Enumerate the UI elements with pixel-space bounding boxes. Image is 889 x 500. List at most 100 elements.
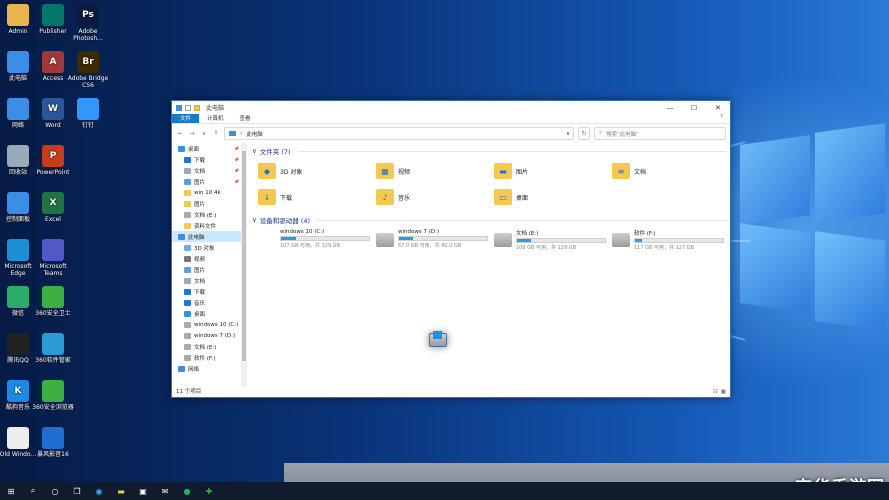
folder-item[interactable]: ▭ 桌面 <box>494 186 612 208</box>
nav-scrollbar[interactable] <box>241 143 247 387</box>
nav-item[interactable]: 文档 (E:) <box>172 209 241 220</box>
forward-arrow-icon[interactable]: → <box>188 131 196 137</box>
nav-item[interactable]: 视频 <box>172 253 241 264</box>
nav-item[interactable]: 资料文件 <box>172 220 241 231</box>
folders-group-header[interactable]: ∨ 文件夹 (7) <box>252 145 727 157</box>
app-icon <box>42 4 64 26</box>
folder-item[interactable]: ◆ 3D 对象 <box>258 160 376 182</box>
nav-item-label: 桌面 <box>194 311 206 318</box>
nav-item[interactable]: 桌面 📌 <box>172 143 241 154</box>
drive-item[interactable]: 文档 (E:) 108 GB 可用，共 129 GB <box>494 229 612 257</box>
nav-item[interactable]: win 10 4k <box>172 187 241 198</box>
navigation-pane[interactable]: 桌面 📌 下载 📌 文档 📌 图片 📌 win 10 4k 图片 文档 (E:) 资料文件 此电脑 3D … <box>172 143 242 387</box>
minimize-button[interactable]: — <box>658 104 682 112</box>
tab-computer[interactable]: 计算机 <box>199 114 232 123</box>
back-arrow-icon[interactable]: ← <box>176 131 184 137</box>
folder-icon <box>184 156 191 163</box>
drives-group-header[interactable]: ∨ 设备和驱动器 (4) <box>252 214 727 226</box>
nav-item[interactable]: 下载 📌 <box>172 154 241 165</box>
nav-item[interactable]: 3D 对象 <box>172 242 241 253</box>
nav-item[interactable]: 此电脑 <box>172 231 241 242</box>
recent-chevron-icon[interactable]: ∨ <box>200 131 208 137</box>
desktop-icon[interactable]: Microsoft Teams <box>31 239 75 277</box>
store-taskbar-icon[interactable]: ▣ <box>132 482 154 500</box>
desktop-icon[interactable]: P PowerPoint <box>31 145 75 176</box>
drive-item[interactable]: 软件 (F:) 117 GB 可用，共 127 GB <box>612 229 730 257</box>
nav-item[interactable]: windows 10 (C:) <box>172 319 241 330</box>
title-bar[interactable]: 此电脑 — ☐ ✕ <box>172 101 730 114</box>
task-view-icon[interactable]: ❐ <box>66 482 88 500</box>
scrollbar-thumb[interactable] <box>242 151 246 361</box>
search-icon[interactable]: ⌕ <box>22 482 44 500</box>
mail-taskbar-icon[interactable]: ✉ <box>154 482 176 500</box>
file-explorer-taskbar-icon[interactable]: ▬ <box>110 482 132 500</box>
desktop-icon[interactable]: 360软件管家 <box>31 333 75 364</box>
drive-label: windows 7 (D:) <box>398 229 440 235</box>
wallpaper-pane <box>815 231 885 331</box>
nav-item[interactable]: 文档 <box>172 275 241 286</box>
nav-item-label: 网络 <box>188 366 200 373</box>
nav-item[interactable]: 软件 (F:) <box>172 352 241 363</box>
help-icon[interactable]: ? <box>720 114 730 123</box>
tiles-view-icon[interactable]: ▦ <box>721 389 726 395</box>
drive-item[interactable]: windows 7 (D:) 67.0 GB 可用，共 80.0 GB <box>376 229 494 257</box>
address-bar[interactable]: › 此电脑 ∨ <box>224 127 574 140</box>
folder-item[interactable]: ▬ 图片 <box>494 160 612 182</box>
tab-view[interactable]: 查看 <box>232 114 259 123</box>
search-box[interactable]: ⌕ 搜索"此电脑" <box>594 127 726 140</box>
folder-item[interactable]: ≡ 文档 <box>612 160 730 182</box>
desktop-icon[interactable]: Ps Adobe Photosh... <box>66 4 110 42</box>
drive-label: 软件 (F:) <box>634 231 656 237</box>
folder-item[interactable]: ▦ 视频 <box>376 160 494 182</box>
nav-item[interactable]: 文档 📌 <box>172 165 241 176</box>
folder-icon: ▦ <box>376 163 394 179</box>
edge-taskbar-icon[interactable]: ◉ <box>88 482 110 500</box>
nav-item[interactable]: 网络 <box>172 363 241 374</box>
desktop-icon[interactable]: 暴风影音16 <box>31 427 75 458</box>
breadcrumb-this-pc[interactable]: 此电脑 <box>246 130 263 138</box>
drive-usage-fill <box>635 239 643 242</box>
folder-item[interactable]: ↓ 下载 <box>258 186 376 208</box>
nav-item[interactable]: 桌面 <box>172 308 241 319</box>
app-icon <box>42 333 64 355</box>
security-taskbar-icon[interactable]: ✚ <box>198 482 220 500</box>
explorer-window[interactable]: 此电脑 — ☐ ✕ 文件 计算机 查看 ? ← → ∨ ↑ › 此电脑 ∨ ↻ … <box>171 100 731 398</box>
nav-item[interactable]: 图片 <box>172 264 241 275</box>
nav-item[interactable]: 图片 📌 <box>172 176 241 187</box>
tab-file[interactable]: 文件 <box>172 114 200 123</box>
nav-item[interactable]: 文档 (E:) <box>172 341 241 352</box>
refresh-button[interactable]: ↻ <box>578 127 590 140</box>
divider <box>317 219 727 221</box>
folder-item[interactable]: ♪ 音乐 <box>376 186 494 208</box>
nav-item-label: 3D 对象 <box>194 245 215 252</box>
folder-icon: ▬ <box>494 163 512 179</box>
app-icon <box>42 239 64 261</box>
wechat-taskbar-icon[interactable]: ● <box>176 482 198 500</box>
folder-icon <box>184 266 191 273</box>
desktop-icon[interactable]: 360安全浏览器 <box>31 380 75 411</box>
nav-item[interactable]: 图片 <box>172 198 241 209</box>
nav-item[interactable]: windows 7 (D:) <box>172 330 241 341</box>
nav-item[interactable]: 下载 <box>172 286 241 297</box>
close-button[interactable]: ✕ <box>706 104 730 112</box>
pin-icon: 📌 <box>234 168 239 173</box>
cortana-icon[interactable]: ○ <box>44 482 66 500</box>
maximize-button[interactable]: ☐ <box>682 104 706 112</box>
drive-item[interactable]: windows 10 (C:) 107 GB 可用，共 129 GB <box>258 229 447 347</box>
start-button[interactable]: ⊞ <box>0 482 22 500</box>
desktop-icon[interactable]: 360安全卫士 <box>31 286 75 317</box>
properties-icon[interactable] <box>185 104 191 111</box>
nav-item-label: windows 10 (C:) <box>194 321 239 328</box>
breadcrumb-separator-icon: › <box>240 130 243 137</box>
folder-icon: ▭ <box>494 189 512 205</box>
nav-item[interactable]: 音乐 <box>172 297 241 308</box>
up-arrow-icon[interactable]: ↑ <box>212 131 220 137</box>
desktop-icon[interactable]: 钉钉 <box>66 98 110 129</box>
folder-icon: ≡ <box>612 163 630 179</box>
details-view-icon[interactable]: ☷ <box>713 389 718 395</box>
desktop-icon[interactable]: X Excel <box>31 192 75 223</box>
address-dropdown-icon[interactable]: ∨ <box>566 131 570 137</box>
nav-item-label: 图片 <box>194 267 206 274</box>
new-folder-icon[interactable] <box>194 104 200 111</box>
desktop-icon[interactable]: Br Adobe Bridge CS6 <box>66 51 110 89</box>
